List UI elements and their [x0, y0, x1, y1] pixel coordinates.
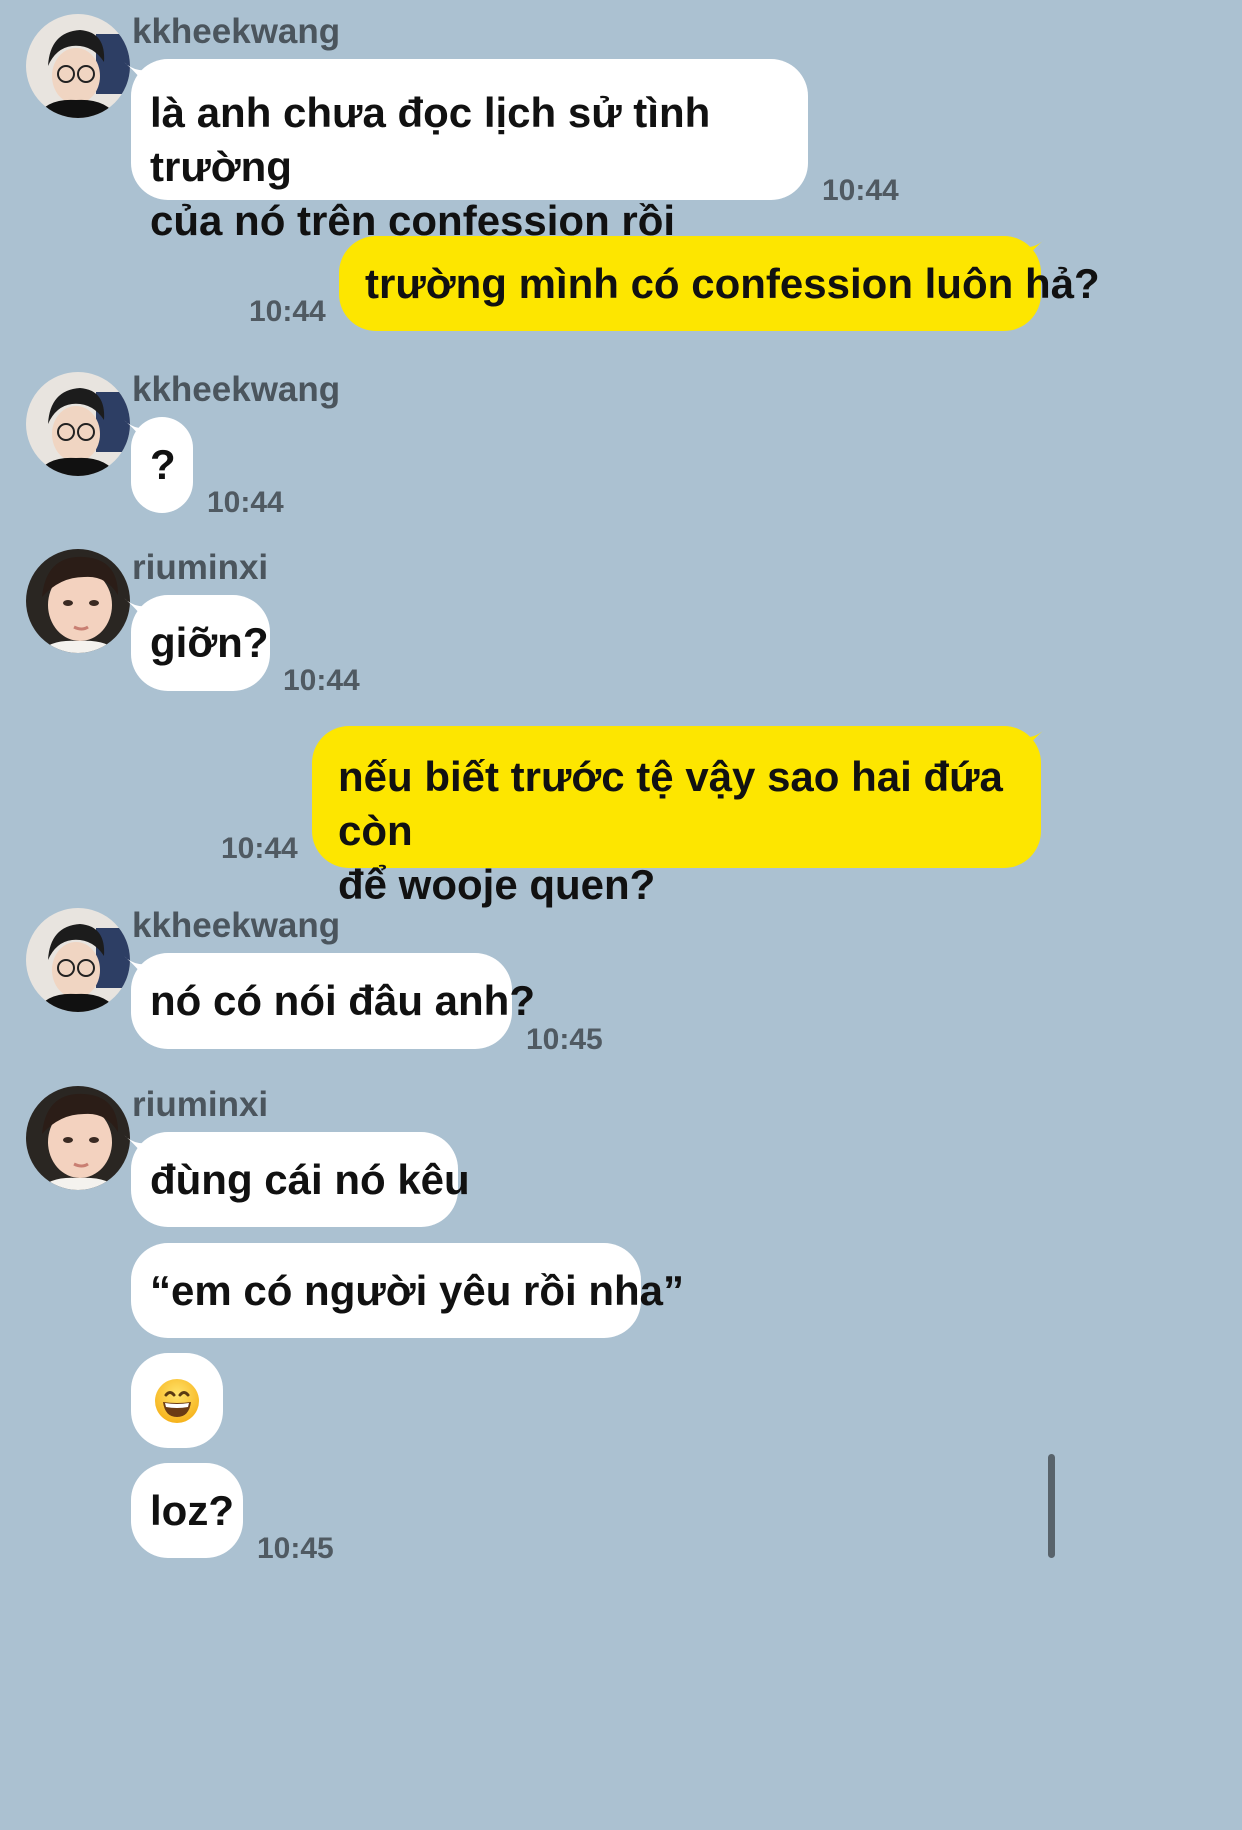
message-timestamp: 10:44 [207, 486, 284, 519]
message-bubble[interactable]: loz? [131, 1463, 243, 1558]
message-bubble[interactable]: “em có người yêu rồi nha” [131, 1243, 685, 1338]
bubble-tail [1021, 237, 1049, 265]
message-text: nó có nói đâu anh? [150, 977, 535, 1024]
message-text: “em có người yêu rồi nha” [150, 1267, 685, 1314]
sender-name: kkheekwang [132, 12, 341, 51]
avatar-image [26, 14, 130, 118]
message-bubble[interactable]: giỡn? [131, 595, 270, 691]
message-timestamp: 10:44 [283, 664, 360, 697]
avatar-riuminxi[interactable] [26, 1086, 130, 1190]
scrollbar-thumb[interactable] [1048, 1454, 1055, 1558]
message-bubble[interactable]: trường mình có confession luôn hả? [339, 236, 1100, 331]
message-text: đùng cái nó kêu [150, 1156, 470, 1203]
message-bubble[interactable]: nó có nói đâu anh? [131, 953, 535, 1049]
message-bubble[interactable]: ? [131, 417, 193, 513]
grinning-face-icon [155, 1379, 199, 1423]
chat-screen: { "colors": { "background": "#abc1d1", "… [0, 0, 1242, 1830]
message-bubble[interactable] [131, 1353, 223, 1448]
message-bubble[interactable]: là anh chưa đọc lịch sử tình trường của … [131, 59, 808, 244]
avatar-kkheekwang[interactable] [26, 908, 130, 1012]
avatar-image [26, 372, 130, 476]
sender-name: riuminxi [132, 548, 269, 587]
avatar-image [26, 908, 130, 1012]
bubble-tail [1021, 727, 1049, 755]
message-bubble[interactable]: nếu biết trước tệ vậy sao hai đứa còn để… [312, 726, 1041, 908]
message-text: loz? [150, 1487, 234, 1534]
avatar-image [26, 1086, 130, 1190]
avatar-riuminxi[interactable] [26, 549, 130, 653]
avatar-kkheekwang[interactable] [26, 372, 130, 476]
message-timestamp: 10:45 [526, 1023, 603, 1056]
sender-name: riuminxi [132, 1085, 269, 1124]
avatar-kkheekwang[interactable] [26, 14, 130, 118]
sender-name: kkheekwang [132, 906, 341, 945]
message-text: trường mình có confession luôn hả? [365, 260, 1100, 307]
message-text: là anh chưa đọc lịch sử tình trường của … [150, 89, 711, 244]
message-bubble[interactable]: đùng cái nó kêu [131, 1132, 470, 1227]
message-text: ? [150, 441, 176, 488]
sender-name: kkheekwang [132, 370, 341, 409]
message-text: giỡn? [150, 619, 269, 666]
avatar-image [26, 549, 130, 653]
message-timestamp: 10:45 [257, 1532, 334, 1565]
message-timestamp: 10:44 [249, 295, 326, 328]
message-text: nếu biết trước tệ vậy sao hai đứa còn để… [338, 753, 1003, 908]
message-timestamp: 10:44 [822, 174, 899, 207]
message-timestamp: 10:44 [221, 832, 298, 865]
